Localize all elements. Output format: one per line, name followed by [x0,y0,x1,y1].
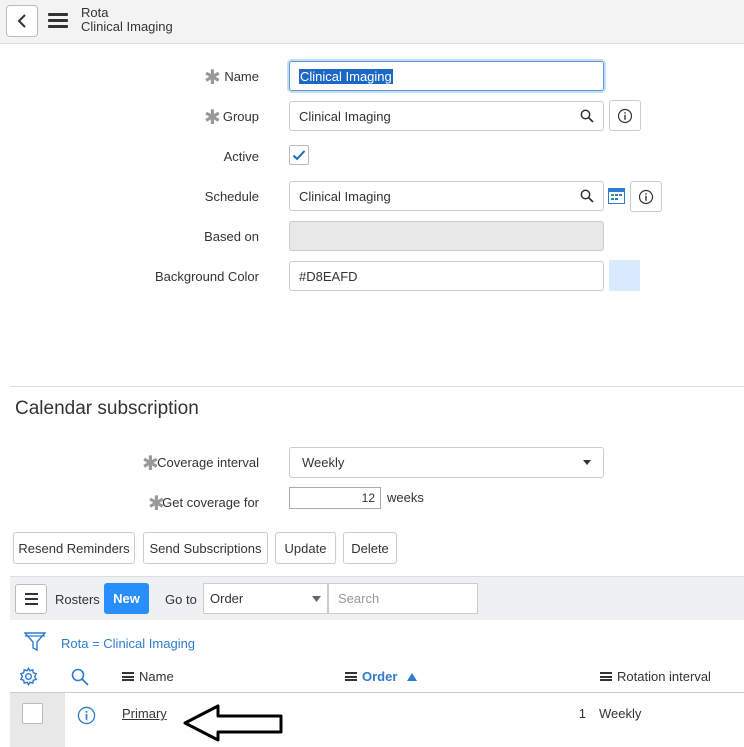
related-list-search-input[interactable]: Search [328,583,478,614]
schedule-label: Schedule [204,189,259,204]
column-header-name[interactable]: Name [122,669,174,684]
group-field[interactable]: Clinical Imaging [289,101,572,131]
goto-field-select[interactable]: Order [203,583,328,614]
group-lookup-button[interactable] [571,101,604,131]
calendar-icon[interactable] [608,188,625,207]
group-label: Group [222,109,259,124]
gear-icon[interactable] [19,667,38,689]
new-button[interactable]: New [104,583,149,614]
column-name-label: Name [139,669,174,684]
info-icon[interactable] [77,706,96,728]
active-checkbox[interactable] [289,145,309,165]
color-swatch[interactable] [609,260,640,291]
coverage-interval-select[interactable]: Weekly [289,447,604,478]
coverage-interval-value: Weekly [302,455,345,470]
schedule-info-button[interactable] [630,181,662,212]
based-on-field [289,221,604,251]
background-color-value: #D8EAFD [299,268,358,284]
group-value: Clinical Imaging [299,108,391,124]
weeks-unit: weeks [387,490,424,505]
record-name-subtitle: Clinical Imaging [81,19,173,34]
row-order-value: 1 [578,706,586,721]
get-coverage-input[interactable]: 12 [289,487,381,509]
caret-down-icon [312,595,321,602]
active-label: Active [223,149,259,164]
chevron-left-icon [17,14,26,28]
search-icon [580,109,594,123]
checkmark-icon [292,150,306,161]
get-coverage-label: Get coverage for [162,495,259,510]
caret-down-icon [583,460,591,465]
based-on-label: Based on [204,229,259,244]
row-name-link[interactable]: Primary [122,706,167,721]
column-menu-icon [345,672,357,681]
row-checkbox[interactable] [22,703,43,724]
search-icon[interactable] [71,668,89,689]
group-info-button[interactable] [609,100,641,131]
update-button[interactable]: Update [275,532,336,564]
background-color-label: Background Color [154,269,259,284]
search-placeholder: Search [338,591,380,606]
goto-label: Go to [165,592,197,607]
arrow-annotation-icon [182,704,286,745]
get-coverage-value: 12 [361,491,375,505]
filter-breadcrumb[interactable]: Rota = Clinical Imaging [61,636,195,651]
column-header-rotation[interactable]: Rotation interval [600,669,711,684]
header-bar: Rota Clinical Imaging [0,0,744,44]
info-icon [617,108,633,123]
column-rotation-label: Rotation interval [617,669,711,684]
resend-reminders-button[interactable]: Resend Reminders [13,532,135,564]
menu-icon[interactable] [48,13,68,29]
goto-field-value: Order [210,591,244,606]
name-label: Name [224,69,259,84]
row-rotation-value: Weekly [599,706,642,721]
column-order-label: Order [362,669,398,684]
related-list-menu-button[interactable] [15,584,47,614]
send-subscriptions-button[interactable]: Send Subscriptions [143,532,268,564]
rosters-label: Rosters [55,592,100,607]
sort-ascending-icon [407,672,418,681]
schedule-field[interactable]: Clinical Imaging [289,181,572,211]
info-icon [638,189,654,204]
name-value: Clinical Imaging [299,68,393,84]
column-header-order[interactable]: Order [345,669,418,684]
schedule-lookup-button[interactable] [571,181,604,211]
delete-button[interactable]: Delete [343,532,397,564]
schedule-value: Clinical Imaging [299,188,391,204]
background-color-field[interactable]: #D8EAFD [289,261,604,291]
back-button[interactable] [6,5,38,37]
menu-icon [24,593,38,605]
filter-icon[interactable] [23,631,47,656]
column-menu-icon [122,672,134,681]
name-field[interactable]: Clinical Imaging [289,61,604,91]
column-menu-icon [600,672,612,681]
search-icon [580,189,594,203]
coverage-interval-label: Coverage interval [157,455,259,470]
calendar-subscription-title: Calendar subscription [15,398,199,419]
section-divider [10,386,744,387]
record-type-title: Rota [81,5,109,20]
